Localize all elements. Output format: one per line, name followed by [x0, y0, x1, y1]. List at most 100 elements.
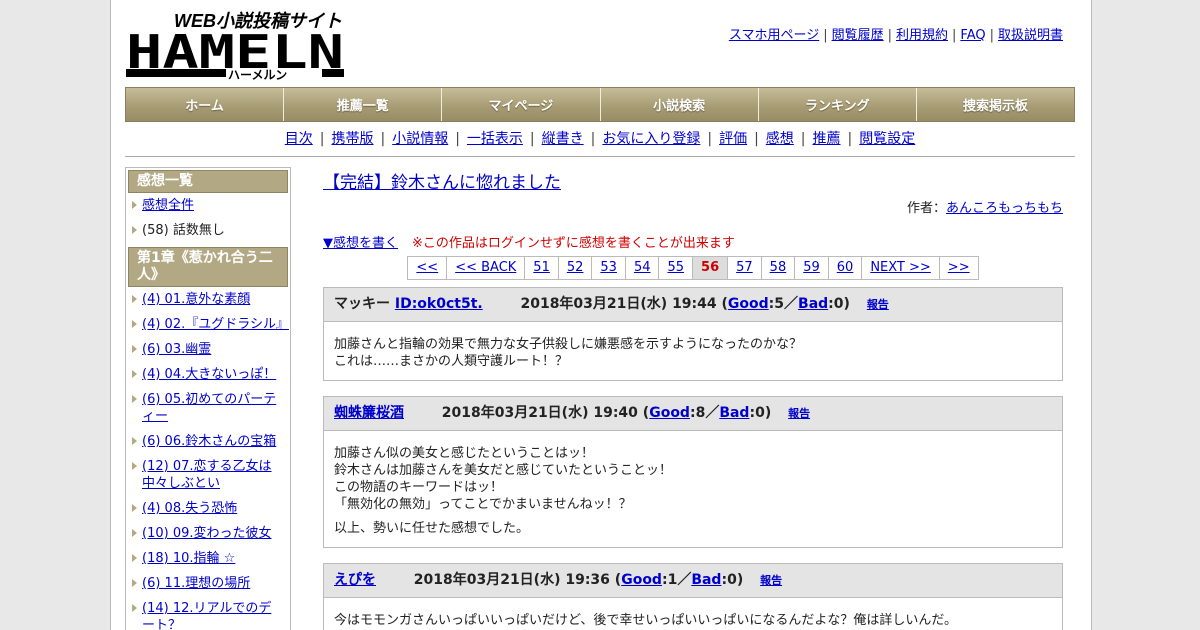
novel-title[interactable]: 【完結】鈴木さんに惚れました — [323, 168, 1063, 193]
subnav-mobile[interactable]: 携帯版 — [331, 131, 373, 147]
review-card: えぴを 2018年03月21日(水) 19:36 (Good:1／Bad:0) … — [323, 563, 1063, 630]
toplink-manual[interactable]: 取扱説明書 — [998, 28, 1063, 43]
good-button[interactable]: Good — [728, 296, 769, 312]
bad-count: 0 — [833, 296, 844, 312]
divider — [125, 156, 1075, 157]
page-58[interactable]: 58 — [761, 256, 796, 280]
page-back[interactable]: << BACK — [447, 256, 526, 280]
bad-count: 0 — [755, 405, 765, 421]
subnav-reviews[interactable]: 感想 — [766, 131, 794, 147]
bad-button[interactable]: Bad — [719, 405, 749, 421]
page-first[interactable]: << — [407, 256, 448, 280]
hameln-logo-icon: WEB小説投稿サイト HAMELN ハーメルン — [126, 11, 344, 82]
sidebar-episode-item[interactable]: (4) 08.失う恐怖 — [128, 500, 288, 517]
subnav-settings[interactable]: 閲覧設定 — [859, 131, 915, 147]
review-line: 以上、勢いに任せた感想でした。 — [334, 521, 530, 536]
main-nav: ホーム 推薦一覧 マイページ 小説検索 ランキング 捜索掲示板 — [125, 87, 1075, 122]
page-55[interactable]: 55 — [659, 256, 694, 280]
author-label: 作者： — [906, 201, 946, 216]
sub-nav: 目次 | 携帯版 | 小説情報 | 一括表示 | 縦書き | お気に入り登録 | 評価 | 感想 | 推薦 | 閲覧… — [284, 131, 916, 147]
review-line: これは……まさかの人類守護ルート！？ — [334, 354, 569, 369]
sidebar-episode-item[interactable]: (6) 06.鈴木さんの宝箱 — [128, 433, 288, 450]
subnav-suggest[interactable]: 推薦 — [813, 131, 841, 147]
subnav-rating[interactable]: 評価 — [719, 131, 747, 147]
page-container: WEB小説投稿サイト HAMELN ハーメルン スマホ用ページ | 閲覧履歴 | 利用規… — [110, 0, 1092, 630]
review-line: この物語のキーワードはッ！ — [334, 480, 504, 495]
review-card: マッキー ID:ok0ct5t. 2018年03月21日(水) 19:44 (G… — [323, 287, 1063, 381]
author-link[interactable]: あんころもっちもち — [946, 201, 1063, 216]
review-author: マッキー — [334, 296, 390, 312]
review-date: 2018年03月21日(水) 19:44 — [520, 296, 717, 312]
sidebar-episode-list: (4) 01.意外な素顔 (4) 02.『ユグドラシル』 (6) 03.幽霊 (… — [128, 291, 289, 630]
report-link[interactable]: 報告 — [760, 574, 782, 587]
review-body: 今はモモンガさんいっぱいいっぱいだけど、後で幸せいっぱいいっぱいになるんだよな？… — [324, 598, 1062, 630]
page-54[interactable]: 54 — [625, 256, 660, 280]
good-count: 8 — [695, 405, 706, 421]
sidebar-episode-item[interactable]: (10) 09.変わった彼女 — [128, 525, 288, 542]
page-next[interactable]: NEXT >> — [862, 256, 940, 280]
toplink-terms[interactable]: 利用規約 — [896, 28, 948, 43]
review-body: 加藤さんと指輪の効果で無力な女子供殺しに嫌悪感を示すようになったのかな？ これは… — [324, 322, 1062, 380]
page-51[interactable]: 51 — [525, 256, 559, 280]
subnav-all[interactable]: 一括表示 — [467, 131, 523, 147]
sidebar-episode-item[interactable]: (6) 05.初めてのパーティー — [128, 391, 288, 425]
sidebar-episode-item[interactable]: (6) 11.理想の場所 — [128, 575, 288, 592]
author-line: 作者：あんころもっちもち — [323, 197, 1063, 216]
sidebar-episode-item[interactable]: (6) 03.幽霊 — [128, 341, 288, 358]
report-link[interactable]: 報告 — [788, 407, 810, 420]
nav-recommend[interactable]: 推薦一覧 — [284, 88, 443, 121]
toplink-smartphone[interactable]: スマホ用ページ — [729, 28, 819, 43]
subnav-info[interactable]: 小説情報 — [392, 131, 448, 147]
page-52[interactable]: 52 — [558, 256, 593, 280]
write-review-row: ▼感想を書く ※この作品はログインせずに感想を書くことが出来ます — [323, 232, 1063, 251]
sidebar-episode-item[interactable]: (14) 12.リアルでのデート？ — [128, 600, 288, 630]
bad-button[interactable]: Bad — [691, 572, 721, 588]
page-59[interactable]: 59 — [795, 256, 829, 280]
subnav-vertical[interactable]: 縦書き — [542, 131, 584, 147]
good-button[interactable]: Good — [621, 572, 662, 588]
review-user-id[interactable]: ID:ok0ct5t. — [395, 296, 483, 312]
nav-board[interactable]: 捜索掲示板 — [916, 88, 1075, 121]
review-author-link[interactable]: えぴを — [334, 572, 376, 588]
review-date: 2018年03月21日(水) 19:40 — [441, 405, 638, 421]
nav-ranking[interactable]: ランキング — [758, 88, 917, 121]
review-line: 鈴木さんは加藤さんを美女だと感じていたということッ！ — [334, 463, 673, 478]
page-60[interactable]: 60 — [828, 256, 863, 280]
toplink-faq[interactable]: FAQ — [960, 28, 985, 43]
review-header: えぴを 2018年03月21日(水) 19:36 (Good:1／Bad:0) … — [324, 564, 1062, 598]
page-53[interactable]: 53 — [592, 256, 626, 280]
pagination: << << BACK 51 52 53 54 55 56 57 58 59 60… — [323, 256, 1063, 280]
nav-home[interactable]: ホーム — [126, 88, 285, 121]
sidebar-episode-item[interactable]: (4) 04.大きないっぽ！ — [128, 366, 288, 383]
sidebar-heading-reviews: 感想一覧 — [128, 170, 288, 193]
sidebar-episode-item[interactable]: (4) 02.『ユグドラシル』 — [128, 316, 289, 333]
sidebar-episode-item[interactable]: (12) 07.恋する乙女は中々しぶとい — [128, 458, 288, 492]
report-link[interactable]: 報告 — [867, 298, 889, 311]
page-57[interactable]: 57 — [728, 256, 762, 280]
sidebar-episode-item[interactable]: (4) 01.意外な素顔 — [128, 291, 288, 308]
review-header: 蜘蛛簾桜酒 2018年03月21日(水) 19:40 (Good:8／Bad:0… — [324, 397, 1062, 431]
page-last[interactable]: >> — [939, 256, 979, 280]
subnav-toc[interactable]: 目次 — [285, 131, 313, 147]
review-author-link[interactable]: 蜘蛛簾桜酒 — [334, 405, 404, 421]
guest-notice: ※この作品はログインせずに感想を書くことが出来ます — [412, 236, 735, 251]
good-button[interactable]: Good — [649, 405, 690, 421]
toplink-history[interactable]: 閲覧履歴 — [832, 28, 884, 43]
top-links: スマホ用ページ | 閲覧履歴 | 利用規約 | FAQ | 取扱説明書 — [728, 28, 1063, 43]
sidebar-item-all[interactable]: 感想全件 — [128, 197, 288, 214]
sidebar-item-no-episode: (58) 話数無し — [128, 222, 288, 239]
review-body: 加藤さん似の美女と感じたということはッ！ 鈴木さんは加藤さんを美女だと感じていた… — [324, 431, 1062, 547]
sidebar-episode-item[interactable]: (18) 10.指輪 ☆ — [128, 550, 288, 567]
logo-sub-text: ハーメルン — [228, 68, 287, 80]
bad-button[interactable]: Bad — [798, 296, 828, 312]
write-review-link[interactable]: ▼感想を書く — [323, 236, 398, 251]
good-count: 5 — [774, 296, 785, 312]
nav-search[interactable]: 小説検索 — [600, 88, 759, 121]
review-line: 加藤さん似の美女と感じたということはッ！ — [334, 446, 595, 461]
sidebar: 感想一覧 感想全件 (58) 話数無し 第1章《惹かれ合う二人》 (4) 01.… — [125, 167, 291, 630]
review-header: マッキー ID:ok0ct5t. 2018年03月21日(水) 19:44 (G… — [324, 288, 1062, 322]
sidebar-heading-chapter1: 第1章《惹かれ合う二人》 — [128, 247, 288, 287]
subnav-favorite[interactable]: お気に入り登録 — [602, 131, 700, 147]
site-logo[interactable]: WEB小説投稿サイト HAMELN ハーメルン — [126, 10, 346, 82]
nav-mypage[interactable]: マイページ — [442, 88, 601, 121]
